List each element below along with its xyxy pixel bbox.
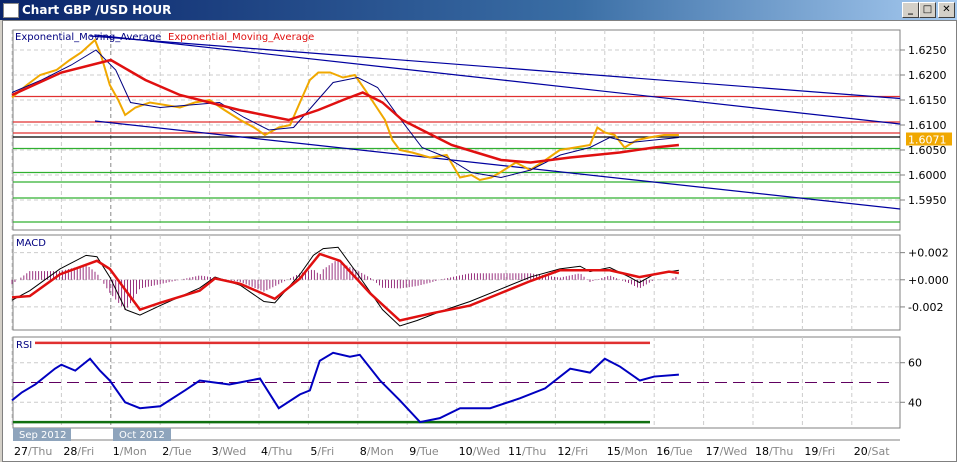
date-label: 18/Thu [755,445,793,458]
y-tick-label: +0.000 [908,274,949,287]
y-tick-label: 1.5950 [908,194,947,207]
date-label: 12/Fri [557,445,588,458]
date-label: 2/Tue [162,445,192,458]
y-tick-label: -0.002 [908,301,943,314]
date-label: 4/Thu [261,445,292,458]
date-label: 10/Wed [459,445,501,458]
date-label: 3/Wed [212,445,247,458]
date-label: 8/Mon [360,445,394,458]
legend-ema-fast: Exponential_Moving_Average [15,32,161,43]
date-label: 15/Mon [607,445,648,458]
macd-title: MACD [16,238,46,249]
date-label: 28/Fri [63,445,94,458]
chart-canvas[interactable]: 1.62501.62001.61501.61001.60501.60001.59… [0,0,957,462]
month-label: Sep 2012 [19,430,66,441]
date-label: 20/Sat [854,445,890,458]
y-tick-label: 1.6200 [908,69,947,82]
date-label: 17/Wed [706,445,748,458]
date-label: 19/Fri [804,445,835,458]
date-label: 5/Fri [310,445,334,458]
y-tick-label: +0.002 [908,247,949,260]
date-label: 11/Thu [508,445,546,458]
date-label: 16/Tue [656,445,693,458]
y-tick-label: 40 [908,396,922,409]
y-tick-label: 60 [908,357,922,370]
date-label: 27/Thu [14,445,52,458]
rsi-title: RSI [16,340,32,351]
y-tick-label: 1.6250 [908,44,947,57]
y-tick-label: 1.6100 [908,119,947,132]
current-price-label: 1.6071 [908,134,947,147]
legend-ema-slow: Exponential_Moving_Average [168,32,314,43]
date-label: 1/Mon [113,445,147,458]
y-tick-label: 1.6150 [908,94,947,107]
date-label: 9/Tue [409,445,439,458]
month-label: Oct 2012 [119,430,165,441]
y-tick-label: 1.6000 [908,169,947,182]
